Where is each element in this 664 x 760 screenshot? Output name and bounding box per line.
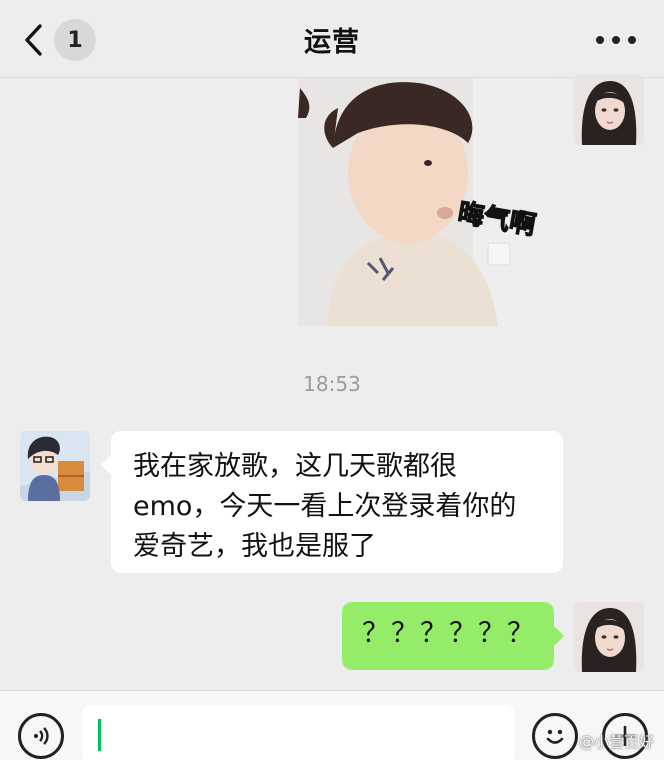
- more-icon[interactable]: [596, 28, 636, 52]
- message-text: ？？？？？？: [362, 618, 536, 649]
- sticker-image[interactable]: 晦气啊: [298, 78, 552, 326]
- voice-icon[interactable]: [18, 713, 64, 759]
- text-caret: [98, 719, 101, 751]
- watermark: @小营百好: [578, 733, 654, 751]
- message-timestamp: 18:53: [303, 372, 361, 396]
- message-line: 我在家放歌，这几天歌都很: [133, 451, 457, 482]
- message-line: 爱奇艺，我也是服了: [133, 531, 376, 562]
- chat-title: 运营: [304, 27, 360, 58]
- sent-message-bubble[interactable]: ？？？？？？: [342, 602, 564, 670]
- contact-avatar[interactable]: [20, 431, 90, 501]
- emoji-icon[interactable]: [532, 713, 578, 759]
- message-line: emo，今天一看上次登录着你的: [133, 491, 517, 522]
- message-input[interactable]: [82, 705, 514, 760]
- self-avatar[interactable]: [574, 602, 644, 672]
- received-message-bubble[interactable]: 我在家放歌，这几天歌都很 emo，今天一看上次登录着你的 爱奇艺，我也是服了: [101, 431, 563, 573]
- chat-header: 1 运营: [0, 0, 664, 78]
- input-toolbar: @小营百好: [0, 690, 664, 760]
- self-avatar[interactable]: [574, 75, 644, 145]
